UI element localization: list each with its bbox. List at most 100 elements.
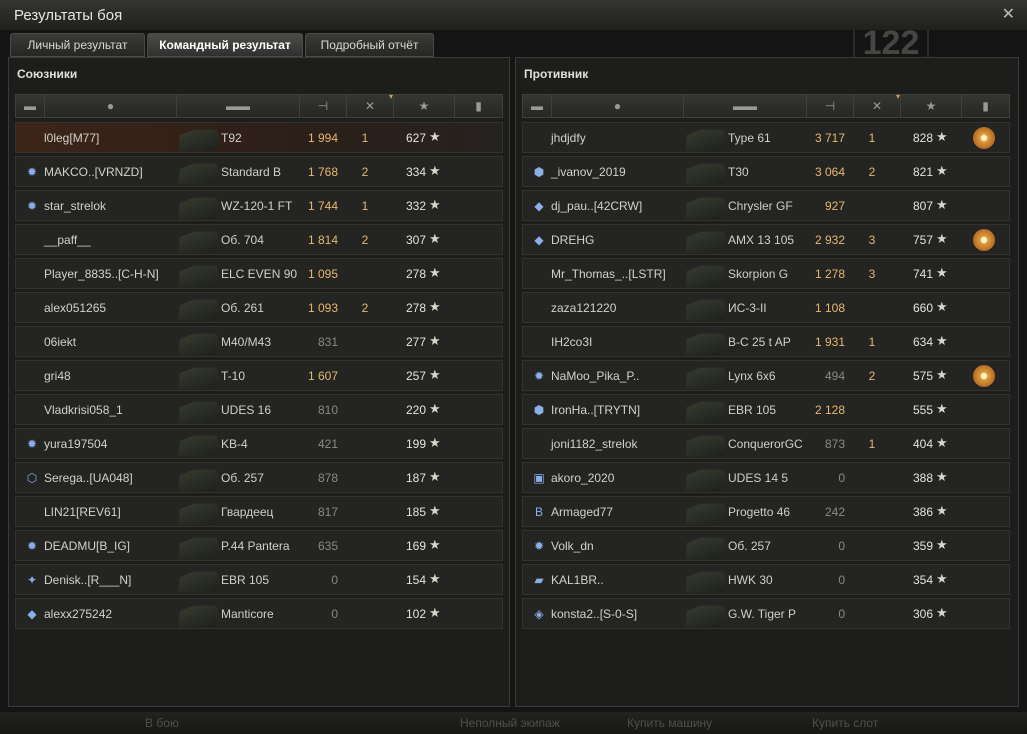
player-row[interactable]: ✹ Volk_dn Об. 257 0 359 ★	[522, 530, 1010, 561]
player-row[interactable]: Mr_Thomas_..[LSTR] Skorpion G 1 278 3 741 ★	[522, 258, 1010, 289]
player-row[interactable]: alex051265 Об. 261 1 093 2 278 ★	[15, 292, 503, 323]
player-name[interactable]: dj_pau..[42CRW]	[551, 199, 642, 213]
medal-icon[interactable]: ✹	[973, 229, 995, 251]
tab-personal-result[interactable]: Личный результат	[10, 33, 145, 57]
player-row[interactable]: ▣ akoro_2020 UDES 14 5 0 388 ★	[522, 462, 1010, 493]
player-row[interactable]: joni1182_strelok ConquerorGC 873 1 404 ★	[522, 428, 1010, 459]
badge-column-icon[interactable]: ▬	[523, 95, 552, 117]
damage-column-icon[interactable]: ⊣	[807, 95, 854, 117]
player-name[interactable]: Denisk..[R___N]	[44, 573, 131, 587]
player-row[interactable]: ◆ DREHG AMX 13 105 2 932 3 757 ★ ✹	[522, 224, 1010, 255]
player-name[interactable]: star_strelok	[44, 199, 106, 213]
player-row[interactable]: zaza121220 ИС-3-II 1 108 660 ★	[522, 292, 1010, 323]
player-row[interactable]: ✹ DEADMU[B_IG] P.44 Pantera 635 169 ★	[15, 530, 503, 561]
vehicle-column-icon[interactable]: ▬▬	[684, 95, 807, 117]
player-row[interactable]: ✦ Denisk..[R___N] EBR 105 0 154 ★	[15, 564, 503, 595]
player-name[interactable]: DREHG	[551, 233, 594, 247]
medal-icon[interactable]: ✹	[973, 365, 995, 387]
rank-badge-icon: ▰	[534, 573, 544, 587]
player-row[interactable]: ✹ yura197504 KB-4 421 199 ★	[15, 428, 503, 459]
tank-icon	[685, 231, 727, 253]
rank-badge-icon: ✹	[533, 539, 545, 553]
player-row[interactable]: ⬢ IronHa..[TRYTN] EBR 105 2 128 555 ★	[522, 394, 1010, 425]
player-name[interactable]: gri48	[44, 369, 71, 383]
player-row[interactable]: ◆ dj_pau..[42CRW] Chrysler GF 927 807 ★	[522, 190, 1010, 221]
xp-column-icon[interactable]: ▾ ★	[389, 92, 455, 117]
player-row[interactable]: Vladkrisi058_1 UDES 16 810 220 ★	[15, 394, 503, 425]
player-name[interactable]: Volk_dn	[551, 539, 594, 553]
tab-detailed-report[interactable]: Подробный отчёт	[305, 33, 434, 57]
player-name[interactable]: joni1182_strelok	[551, 437, 638, 451]
player-row[interactable]: ⬢ _ivanov_2019 T30 3 064 2 821 ★	[522, 156, 1010, 187]
player-name[interactable]: Mr_Thomas_..[LSTR]	[551, 267, 666, 281]
player-name[interactable]: IH2co3I	[551, 335, 592, 349]
player-row[interactable]: ✹ star_strelok WZ-120-1 FT 1 744 1 332 ★	[15, 190, 503, 221]
player-name[interactable]: alex051265	[44, 301, 106, 315]
kills-value: 1	[868, 437, 876, 451]
player-name[interactable]: IronHa..[TRYTN]	[551, 403, 640, 417]
xp-column-icon[interactable]: ▾ ★	[896, 92, 962, 117]
xp-star-icon: ★	[936, 435, 948, 450]
rank-badge-icon: ⬢	[533, 165, 545, 179]
player-column-icon[interactable]: ●	[45, 95, 177, 117]
tank-icon	[178, 163, 220, 185]
player-row[interactable]: ✹ NaMoo_Pika_P.. Lynx 6x6 494 2 575 ★ ✹	[522, 360, 1010, 391]
medal-column-icon[interactable]: ▮	[455, 95, 502, 117]
damage-value: 0	[331, 573, 338, 587]
player-row[interactable]: Player_8835..[C-H-N] ELC EVEN 90 1 095 278 ★	[15, 258, 503, 289]
player-row[interactable]: LIN21[REV61] Гвардеец 817 185 ★	[15, 496, 503, 527]
player-name[interactable]: __paff__	[44, 233, 91, 247]
player-name[interactable]: yura197504	[44, 437, 107, 451]
player-name[interactable]: KAL1BR..	[551, 573, 604, 587]
kills-column-icon[interactable]: ✕	[347, 95, 394, 117]
player-row[interactable]: ✹ MAKCO..[VRNZD] Standard B 1 768 2 334 ★	[15, 156, 503, 187]
player-row[interactable]: 06iekt M40/M43 831 277 ★	[15, 326, 503, 357]
player-name[interactable]: alexx275242	[44, 607, 112, 621]
medal-icon[interactable]: ✹	[973, 127, 995, 149]
xp-value: 187	[405, 471, 426, 485]
kills-value: 2	[868, 165, 876, 179]
player-name[interactable]: Armaged77	[551, 505, 613, 519]
to-battle-button[interactable]: В бою	[145, 716, 179, 730]
player-name[interactable]: Serega..[UA048]	[44, 471, 133, 485]
player-row[interactable]: l0leg[M77] T92 1 994 1 627 ★	[15, 122, 503, 153]
player-row[interactable]: __paff__ Об. 704 1 814 2 307 ★	[15, 224, 503, 255]
player-row[interactable]: jhdjdfy Type 61 3 717 1 828 ★ ✹	[522, 122, 1010, 153]
player-name[interactable]: 06iekt	[44, 335, 76, 349]
player-name[interactable]: NaMoo_Pika_P..	[551, 369, 640, 383]
player-name[interactable]: l0leg[M77]	[44, 131, 99, 145]
damage-column-icon[interactable]: ⊣	[300, 95, 347, 117]
player-name[interactable]: Player_8835..[C-H-N]	[44, 267, 159, 281]
player-name[interactable]: MAKCO..[VRNZD]	[44, 165, 143, 179]
player-row[interactable]: ⬡ Serega..[UA048] Об. 257 878 187 ★	[15, 462, 503, 493]
player-row[interactable]: ◈ konsta2..[S-0-S] G.W. Tiger P 0 306 ★	[522, 598, 1010, 629]
rank-badge-icon: ▣	[533, 471, 545, 485]
vehicle-name: T-10	[221, 369, 246, 383]
kills-column-icon[interactable]: ✕	[854, 95, 901, 117]
rank-badge-icon	[531, 334, 547, 350]
player-row[interactable]: ◆ alexx275242 Manticore 0 102 ★	[15, 598, 503, 629]
buy-slot-button[interactable]: Купить слот	[812, 716, 878, 730]
player-name[interactable]: _ivanov_2019	[551, 165, 626, 179]
tank-icon	[178, 333, 220, 355]
player-row[interactable]: gri48 T-10 1 607 257 ★	[15, 360, 503, 391]
badge-column-icon[interactable]: ▬	[16, 95, 45, 117]
player-name[interactable]: LIN21[REV61]	[44, 505, 121, 519]
xp-star-icon: ★	[936, 163, 948, 178]
vehicle-column-icon[interactable]: ▬▬	[177, 95, 300, 117]
player-row[interactable]: B Armaged77 Progetto 46 242 386 ★	[522, 496, 1010, 527]
rank-badge-icon: ◈	[534, 607, 544, 621]
close-icon[interactable]: ✕	[1002, 4, 1015, 24]
tab-team-result[interactable]: Командный результат	[147, 33, 303, 57]
player-column-icon[interactable]: ●	[552, 95, 684, 117]
player-row[interactable]: IH2co3I B-C 25 t AP 1 931 1 634 ★	[522, 326, 1010, 357]
player-name[interactable]: jhdjdfy	[551, 131, 586, 145]
buy-vehicle-button[interactable]: Купить машину	[627, 716, 712, 730]
player-name[interactable]: konsta2..[S-0-S]	[551, 607, 637, 621]
player-name[interactable]: DEADMU[B_IG]	[44, 539, 130, 553]
medal-column-icon[interactable]: ▮	[962, 95, 1009, 117]
player-name[interactable]: Vladkrisi058_1	[44, 403, 123, 417]
player-name[interactable]: zaza121220	[551, 301, 616, 315]
player-name[interactable]: akoro_2020	[551, 471, 614, 485]
player-row[interactable]: ▰ KAL1BR.. HWK 30 0 354 ★	[522, 564, 1010, 595]
